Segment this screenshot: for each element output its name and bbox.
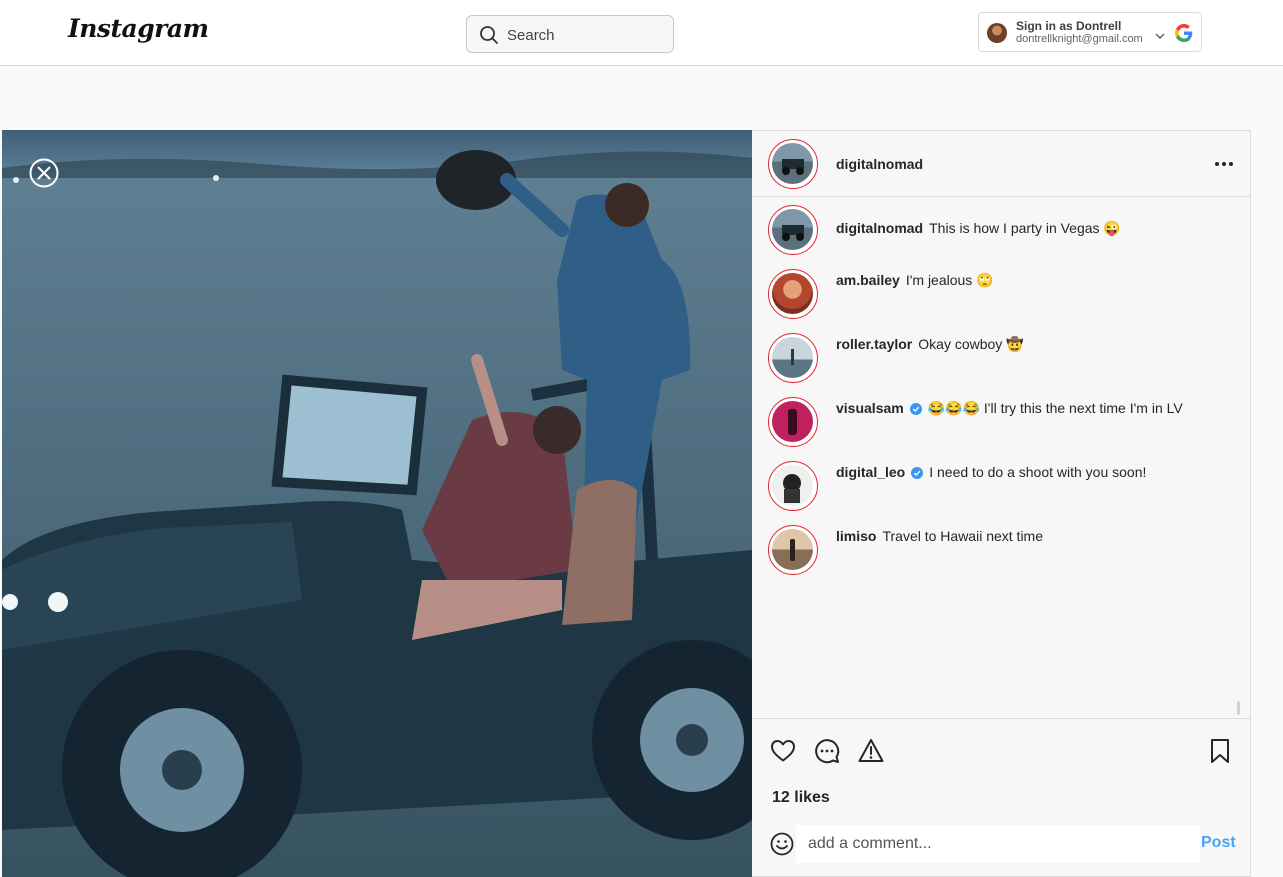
commenter-username[interactable]: visualsam (836, 400, 904, 416)
commenter-username[interactable]: digital_leo (836, 464, 905, 480)
post-author-username[interactable]: digitalnomad (836, 156, 923, 172)
more-options-icon[interactable] (1212, 156, 1236, 172)
commenter-username[interactable]: limiso (836, 528, 876, 544)
post-image (2, 130, 752, 877)
instagram-logo[interactable]: Instagram (68, 14, 209, 43)
comment-text: Travel to Hawaii next time (882, 528, 1044, 544)
post-comment-button[interactable]: Post (1201, 834, 1236, 852)
report-icon[interactable] (858, 738, 884, 764)
likes-count[interactable]: 12 likes (772, 789, 830, 807)
comment-text: Okay cowboy 🤠 (918, 336, 1024, 352)
commenter-avatar[interactable] (768, 205, 818, 255)
comment-text: This is how I party in Vegas 😜 (929, 220, 1121, 236)
post-header: digitalnomad (752, 131, 1251, 197)
search-input[interactable] (507, 24, 667, 46)
search-icon (480, 26, 498, 44)
commenter-username[interactable]: digitalnomad (836, 220, 923, 236)
comment-icon[interactable] (814, 738, 840, 764)
comment-text: I'm jealous 🙄 (905, 272, 994, 288)
comment-input[interactable] (796, 825, 1200, 863)
top-navigation-bar: Instagram Sign in as Dontrell dontrellkn… (0, 0, 1283, 66)
commenter-avatar[interactable] (768, 333, 818, 383)
comment-item: am.bailey I'm jealous 🙄 (752, 269, 1251, 325)
bookmark-icon[interactable] (1210, 738, 1230, 764)
google-sign-in-prompt[interactable]: Sign in as Dontrell dontrellknight@gmail… (978, 12, 1202, 52)
comment-item: digitalnomad This is how I party in Vegas… (752, 205, 1251, 261)
commenter-avatar[interactable] (768, 525, 818, 575)
google-account-email: dontrellknight@gmail.com (1016, 33, 1143, 45)
comment-item: visualsam 😂😂😂 I'll try this the next time… (752, 397, 1251, 453)
close-icon[interactable] (28, 157, 60, 189)
comments-scrollbar[interactable] (1237, 701, 1240, 715)
chevron-down-icon[interactable] (1155, 33, 1165, 40)
heart-icon[interactable] (770, 739, 796, 763)
search-box[interactable] (466, 15, 674, 53)
comment-text: I need to do a shoot with you soon! (929, 464, 1147, 480)
google-logo-icon (1175, 24, 1193, 42)
google-account-avatar (987, 23, 1007, 43)
commenter-username[interactable]: roller.taylor (836, 336, 912, 352)
comment-item: digital_leo I need to do a shoot with you… (752, 461, 1251, 517)
post-actions: 12 likes Post (752, 718, 1251, 877)
post-photo[interactable] (2, 130, 752, 877)
post-detail-panel: digitalnomad digitalnomad This is how I p… (752, 130, 1251, 877)
commenter-username[interactable]: am.bailey (836, 272, 900, 288)
verified-icon (911, 467, 924, 479)
verified-icon (909, 403, 922, 415)
google-sign-in-title: Sign in as Dontrell (1016, 19, 1122, 33)
commenter-avatar[interactable] (768, 397, 818, 447)
comment-item: roller.taylor Okay cowboy 🤠 (752, 333, 1251, 389)
author-avatar[interactable] (768, 139, 818, 189)
comment-item: limiso Travel to Hawaii next time (752, 525, 1251, 581)
comment-text: 😂😂😂 I'll try this the next time I'm in L… (927, 400, 1183, 416)
add-comment-bar: Post (752, 824, 1251, 864)
commenter-avatar[interactable] (768, 461, 818, 511)
emoji-icon[interactable] (770, 832, 794, 856)
commenter-avatar[interactable] (768, 269, 818, 319)
